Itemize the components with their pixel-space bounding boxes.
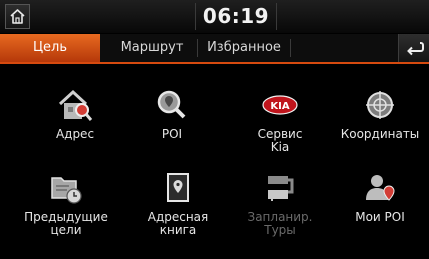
- house-magnifier-icon: [58, 89, 93, 121]
- tab-route[interactable]: Маршрут: [108, 34, 196, 62]
- tab-favorites[interactable]: Избранное: [199, 34, 289, 62]
- route-flag-icon: [268, 176, 294, 201]
- previous-destinations-button[interactable]: Предыдущие цели: [12, 171, 120, 237]
- planned-tours-button[interactable]: Запланир. Туры: [226, 171, 334, 237]
- book-pin-icon: [167, 173, 189, 202]
- home-button[interactable]: [5, 4, 30, 29]
- coordinates-label: Координаты: [340, 127, 420, 141]
- address-button[interactable]: Адрес: [21, 88, 129, 141]
- poi-label: POI: [161, 127, 183, 141]
- magnifier-pin-icon: [157, 90, 186, 119]
- address-book-label: Адресная книга: [147, 210, 209, 237]
- tab-divider: [197, 39, 198, 57]
- home-icon: [10, 9, 25, 24]
- kia-logo-icon: KIA: [262, 95, 298, 115]
- status-bar: 06:19: [0, 0, 429, 33]
- kia-service-label: Сервис Kia: [257, 127, 303, 154]
- crosshair-globe-icon: [366, 91, 394, 119]
- tab-bar: Цель Маршрут Избранное: [0, 34, 429, 64]
- address-label: Адрес: [55, 127, 95, 141]
- my-poi-button[interactable]: Мои POI: [326, 171, 429, 224]
- folder-clock-icon: [51, 177, 82, 204]
- previous-destinations-label: Предыдущие цели: [24, 210, 108, 237]
- tab-divider: [290, 39, 291, 57]
- address-book-button[interactable]: Адресная книга: [124, 171, 232, 237]
- poi-button[interactable]: POI: [118, 88, 226, 141]
- kia-service-button[interactable]: KIA Сервис Kia: [226, 88, 334, 154]
- back-button[interactable]: [398, 34, 429, 62]
- person-pin-icon: [366, 175, 395, 201]
- clock: 06:19: [195, 3, 277, 30]
- my-poi-label: Мои POI: [355, 210, 405, 224]
- coordinates-button[interactable]: Координаты: [326, 88, 429, 141]
- planned-tours-label: Запланир. Туры: [247, 210, 313, 237]
- tab-destination[interactable]: Цель: [0, 34, 100, 62]
- svg-text:KIA: KIA: [270, 101, 289, 112]
- navigation-destination-screen: 06:19 Цель Маршрут Избранное Адрес POI K…: [0, 0, 429, 259]
- back-arrow-icon: [407, 42, 424, 56]
